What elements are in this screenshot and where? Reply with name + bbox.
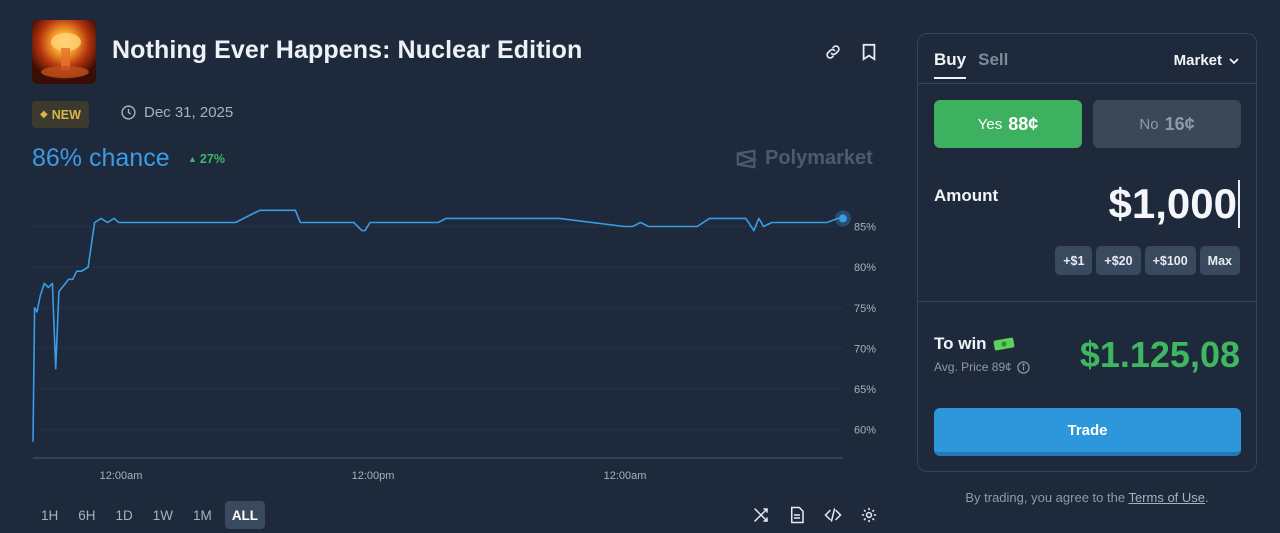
yes-button[interactable]: Yes 88¢ <box>934 100 1082 148</box>
quick-amount-buttons: +$1 +$20 +$100 Max <box>1055 246 1240 275</box>
new-badge-label: NEW <box>51 107 81 122</box>
shuffle-icon[interactable] <box>749 503 773 527</box>
panel-divider <box>918 301 1256 302</box>
terms-link[interactable]: Terms of Use <box>1128 490 1205 505</box>
money-icon <box>993 337 1014 351</box>
no-button[interactable]: No 16¢ <box>1093 100 1241 148</box>
market-title: Nothing Ever Happens: Nuclear Edition <box>112 36 583 64</box>
diamond-icon: ◆ <box>40 109 48 120</box>
settings-icon[interactable] <box>857 503 881 527</box>
no-label: No <box>1139 115 1159 133</box>
polymarket-watermark: Polymarket <box>735 147 873 170</box>
terms-suffix: . <box>1205 490 1209 505</box>
change-indicator: ▲ 27% <box>188 152 225 166</box>
code-icon[interactable] <box>821 503 845 527</box>
time-range-1h[interactable]: 1H <box>34 501 65 529</box>
yes-label: Yes <box>977 115 1003 133</box>
time-range-1d[interactable]: 1D <box>109 501 140 529</box>
document-icon[interactable] <box>785 503 809 527</box>
watermark-label: Polymarket <box>765 147 873 169</box>
time-range-6h[interactable]: 6H <box>71 501 102 529</box>
avg-price: Avg. Price 89¢ <box>934 360 1030 374</box>
buy-sell-tabs: Buy Sell <box>934 50 1008 79</box>
quick-amount-button[interactable]: +$100 <box>1144 246 1196 275</box>
end-date-label: Dec 31, 2025 <box>144 104 234 121</box>
y-tick-label: 85% <box>854 222 876 234</box>
market-image <box>32 20 96 84</box>
to-win-text: To win <box>934 334 987 353</box>
time-range-1m[interactable]: 1M <box>186 501 219 529</box>
x-tick-label: 12:00am <box>100 470 143 482</box>
trade-panel: Buy Sell Market Yes 88¢ No 16¢ Amount $1… <box>917 33 1257 472</box>
quick-amount-button[interactable]: +$20 <box>1096 246 1141 275</box>
y-tick-label: 65% <box>854 384 876 396</box>
panel-divider <box>918 83 1256 84</box>
amount-input[interactable]: $1,000 <box>1109 180 1240 228</box>
terms-prefix: By trading, you agree to the <box>965 490 1129 505</box>
y-tick-label: 70% <box>854 343 876 355</box>
price-chart: 85% 80% 75% 70% 65% 60% 12:00am 12:00pm 12:00am <box>32 209 876 482</box>
x-tick-label: 12:00am <box>604 470 647 482</box>
time-range-all[interactable]: ALL <box>224 501 266 529</box>
y-tick-label: 80% <box>854 262 876 274</box>
avg-price-label: Avg. Price 89¢ <box>934 360 1012 374</box>
chevron-down-icon <box>1229 57 1239 64</box>
quick-amount-button[interactable]: Max <box>1199 246 1240 275</box>
up-arrow-icon: ▲ <box>188 154 197 164</box>
polymarket-logo-icon <box>736 148 757 169</box>
bookmark-icon[interactable] <box>857 40 881 64</box>
to-win-label: To win <box>934 334 1015 354</box>
terms-notice: By trading, you agree to the Terms of Us… <box>917 490 1257 505</box>
to-win-value: $1.125,08 <box>1079 334 1240 375</box>
change-value: 27% <box>199 152 225 166</box>
trade-button[interactable]: Trade <box>934 408 1241 456</box>
clock-icon <box>121 105 136 120</box>
time-range-tabs: 1H 6H 1D 1W 1M ALL <box>34 501 266 529</box>
series-line <box>32 209 843 442</box>
tab-buy[interactable]: Buy <box>934 50 967 79</box>
tab-sell[interactable]: Sell <box>978 50 1008 79</box>
y-tick-label: 75% <box>854 303 876 315</box>
time-range-1w[interactable]: 1W <box>146 501 180 529</box>
end-date: Dec 31, 2025 <box>120 104 233 121</box>
order-type-label: Market <box>1173 52 1222 69</box>
x-tick-label: 12:00pm <box>352 470 395 482</box>
new-badge: ◆ NEW <box>32 101 89 128</box>
chance-value: 86% chance <box>32 144 170 172</box>
yes-price: 88¢ <box>1008 113 1039 134</box>
quick-amount-button[interactable]: +$1 <box>1055 246 1093 275</box>
y-tick-label: 60% <box>854 425 876 437</box>
amount-label: Amount <box>934 186 999 205</box>
order-type-select[interactable]: Market <box>1174 52 1240 69</box>
no-price: 16¢ <box>1164 113 1195 134</box>
link-icon[interactable] <box>821 40 845 64</box>
nuclear-explosion-image <box>32 20 96 84</box>
current-point <box>839 214 847 223</box>
info-icon[interactable] <box>1017 360 1030 374</box>
